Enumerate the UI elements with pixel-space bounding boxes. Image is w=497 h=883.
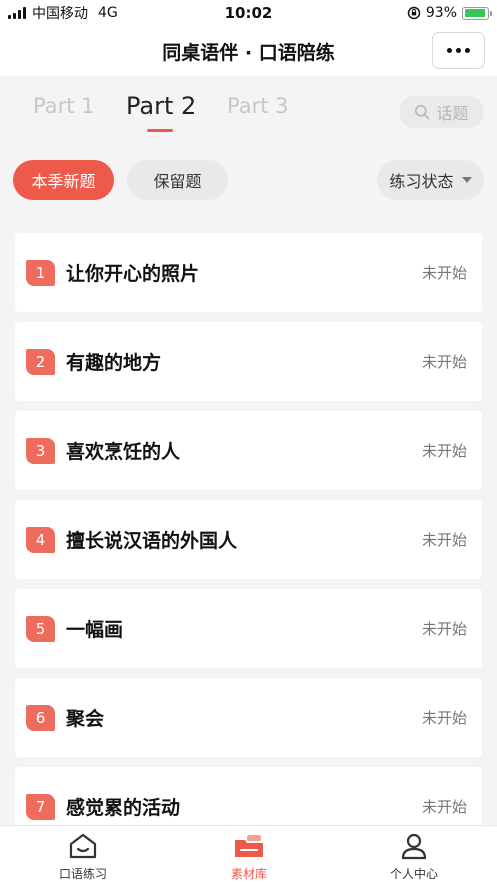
more-button[interactable] [432, 32, 485, 69]
topic-status: 未开始 [421, 442, 467, 460]
search-placeholder: 话题 [436, 104, 469, 123]
tab-oral-practice[interactable]: 口语练习 [0, 826, 166, 883]
bottom-tab-bar: 口语练习 素材库 个人中心 [0, 825, 497, 883]
topic-number-badge: 5 [26, 616, 55, 642]
topic-title: 喜欢烹饪的人 [66, 441, 181, 463]
nav-bar: 同桌语伴 · 口语陪练 [0, 26, 497, 76]
orientation-lock-icon [407, 6, 421, 20]
topic-status: 未开始 [421, 531, 467, 549]
topic-title: 一幅画 [66, 619, 124, 641]
topic-status: 未开始 [421, 264, 467, 282]
topic-status: 未开始 [421, 353, 467, 371]
topic-number-badge: 4 [26, 527, 55, 553]
folder-icon [235, 835, 263, 857]
network-label: 4G [98, 5, 118, 21]
filter-row: 本季新题 保留题 练习状态 [0, 160, 497, 200]
topic-number-badge: 3 [26, 438, 55, 464]
new-questions-button[interactable]: 本季新题 [13, 160, 114, 200]
carrier-label: 中国移动 [32, 6, 88, 22]
battery-percent: 93% [425, 5, 457, 21]
topic-number-badge: 6 [26, 705, 55, 731]
topic-status: 未开始 [421, 798, 467, 816]
practice-status-dropdown[interactable]: 练习状态 [377, 160, 484, 200]
status-left: 中国移动 4G [8, 3, 118, 23]
more-dots-icon [447, 48, 452, 53]
caret-down-icon [461, 177, 472, 183]
topic-card[interactable]: 6 聚会 未开始 [15, 678, 482, 757]
tab-part-1[interactable]: Part 1 [33, 94, 95, 118]
topic-title: 感觉累的活动 [66, 797, 181, 819]
practice-status-label: 练习状态 [389, 172, 454, 191]
tab-materials[interactable]: 素材库 [166, 826, 332, 883]
topic-card[interactable]: 5 一幅画 未开始 [15, 589, 482, 668]
topic-status: 未开始 [421, 709, 467, 727]
topic-title: 有趣的地方 [66, 352, 162, 374]
tab-part-2[interactable]: Part 2 [126, 92, 196, 120]
topic-title: 让你开心的照片 [66, 263, 200, 285]
battery-icon [462, 6, 492, 20]
topic-card[interactable]: 4 擅长说汉语的外国人 未开始 [15, 500, 482, 579]
page-title: 同桌语伴 · 口语陪练 [162, 41, 335, 64]
signal-icon [8, 7, 26, 19]
topic-status: 未开始 [421, 620, 467, 638]
tab-profile[interactable]: 个人中心 [331, 826, 497, 883]
topic-card[interactable]: 2 有趣的地方 未开始 [15, 322, 482, 401]
retained-questions-button[interactable]: 保留题 [127, 160, 228, 200]
search-input[interactable]: 话题 [399, 96, 484, 128]
topic-number-badge: 2 [26, 349, 55, 375]
search-icon [415, 105, 430, 120]
topic-card[interactable]: 3 喜欢烹饪的人 未开始 [15, 411, 482, 490]
topic-number-badge: 1 [26, 260, 55, 286]
tab-label: 素材库 [230, 867, 267, 881]
topic-number-badge: 7 [26, 794, 55, 820]
status-right: 93% [407, 5, 492, 21]
tab-part-3[interactable]: Part 3 [227, 94, 289, 118]
tab-label: 口语练习 [58, 867, 107, 881]
active-tab-indicator [147, 129, 173, 132]
home-icon [69, 833, 97, 859]
part-tabs: Part 1 Part 2 Part 3 话题 [0, 76, 497, 146]
status-bar: 中国移动 4G 10:02 93% [0, 0, 497, 26]
topic-title: 聚会 [66, 708, 105, 730]
topic-card[interactable]: 1 让你开心的照片 未开始 [15, 233, 482, 312]
tab-label: 个人中心 [389, 867, 438, 881]
person-icon [401, 833, 427, 860]
topic-title: 擅长说汉语的外国人 [66, 530, 238, 552]
